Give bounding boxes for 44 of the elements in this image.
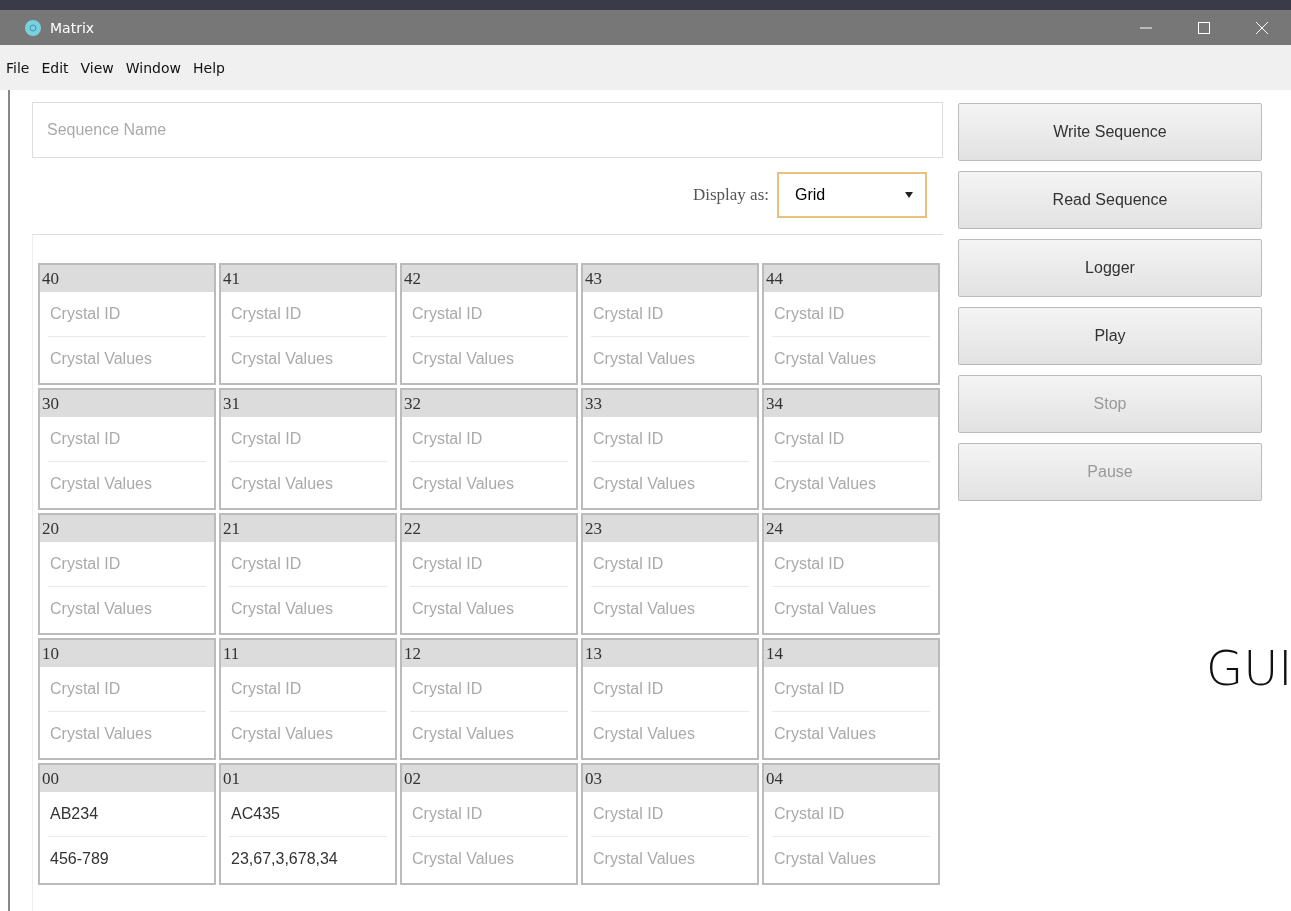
display-select[interactable]: Grid <box>777 172 927 218</box>
cell-label: 34 <box>764 390 938 417</box>
close-icon <box>1255 20 1269 35</box>
cell-label: 21 <box>221 515 395 542</box>
cell-label: 30 <box>40 390 214 417</box>
cell-label: 01 <box>221 765 395 792</box>
action-button[interactable]: Read Sequence <box>958 171 1262 229</box>
cell-label: 33 <box>583 390 757 417</box>
action-button[interactable]: Play <box>958 307 1262 365</box>
cell-label: 03 <box>583 765 757 792</box>
caption-text: GUI <box>1206 640 1291 696</box>
minimize-icon <box>1140 26 1152 29</box>
menu-item[interactable]: Edit <box>37 57 73 78</box>
cell-label: 10 <box>40 640 214 667</box>
sequence-name-field[interactable]: Sequence Name <box>32 102 943 158</box>
display-label: Display as: <box>692 185 769 205</box>
cell-label: 32 <box>402 390 576 417</box>
menu-item[interactable]: View <box>76 57 118 78</box>
cell-label: 44 <box>764 265 938 292</box>
caret-icon <box>905 191 913 199</box>
cell-label: 14 <box>764 640 938 667</box>
cell-label: 11 <box>221 640 395 667</box>
cell-label: 23 <box>583 515 757 542</box>
menu-item[interactable]: File <box>2 57 34 78</box>
cell-label: 00 <box>40 765 214 792</box>
cell-label: 40 <box>40 265 214 292</box>
menu-item[interactable]: Window <box>121 57 185 78</box>
cell-label: 24 <box>764 515 938 542</box>
action-button[interactable]: Logger <box>958 239 1262 297</box>
window-title: Matrix <box>50 19 96 36</box>
cell-label: 20 <box>40 515 214 542</box>
menu-item[interactable]: Help <box>189 57 229 78</box>
cell-label: 43 <box>583 265 757 292</box>
cell-label: 41 <box>221 265 395 292</box>
cell-label: 42 <box>402 265 576 292</box>
action-button[interactable]: Write Sequence <box>958 103 1262 161</box>
app-icon <box>24 18 42 37</box>
maximize-icon <box>1197 20 1211 35</box>
cell-label: 13 <box>583 640 757 667</box>
cell-label: 04 <box>764 765 938 792</box>
cell-label: 12 <box>402 640 576 667</box>
cell-label: 02 <box>402 765 576 792</box>
cell-label: 22 <box>402 515 576 542</box>
cell-label: 31 <box>221 390 395 417</box>
